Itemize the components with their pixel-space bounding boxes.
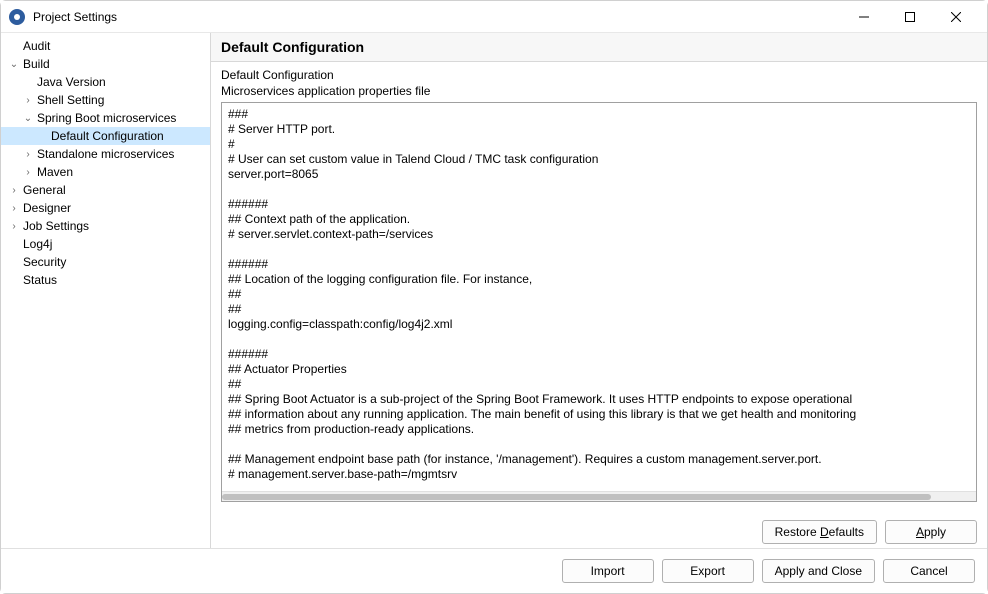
properties-editor[interactable]: ### # Server HTTP port. # # User can set… [222, 103, 976, 491]
horizontal-scrollbar[interactable] [222, 491, 976, 501]
chevron-right-icon[interactable]: › [7, 185, 21, 196]
restore-defaults-button[interactable]: Restore Defaults [762, 520, 877, 544]
chevron-right-icon[interactable]: › [21, 95, 35, 106]
tree-item-label: Status [21, 273, 57, 287]
apply-and-close-button[interactable]: Apply and Close [762, 559, 875, 583]
apply-button[interactable]: Apply [885, 520, 977, 544]
dialog-buttons: Import Export Apply and Close Cancel [1, 548, 987, 593]
window-controls [841, 2, 979, 32]
tree-item-label: Spring Boot microservices [35, 111, 176, 125]
tree-item[interactable]: ›Maven [1, 163, 210, 181]
tree-item-label: Audit [21, 39, 50, 53]
tree-item-label: Designer [21, 201, 71, 215]
button-label: Cancel [910, 564, 947, 578]
tree-item[interactable]: ›Job Settings [1, 217, 210, 235]
panel-actions: Restore Defaults Apply [211, 510, 987, 548]
cancel-button[interactable]: Cancel [883, 559, 975, 583]
panel-subheading: Default Configuration [221, 68, 977, 82]
chevron-right-icon[interactable]: › [21, 149, 35, 160]
content-area: ·Audit⌄Build·Java Version›Shell Setting⌄… [1, 33, 987, 548]
window-title: Project Settings [33, 10, 841, 24]
tree-item-label: Standalone microservices [35, 147, 174, 161]
horizontal-scrollbar-thumb[interactable] [222, 494, 931, 500]
tree-item-label: Job Settings [21, 219, 89, 233]
chevron-right-icon[interactable]: › [21, 167, 35, 178]
tree-item[interactable]: ›Shell Setting [1, 91, 210, 109]
tree-item-label: Security [21, 255, 66, 269]
tree-item[interactable]: ·Java Version [1, 73, 210, 91]
maximize-button[interactable] [887, 2, 933, 32]
panel-description: Microservices application properties fil… [221, 84, 977, 98]
button-label: Apply [916, 525, 946, 539]
tree-item[interactable]: ·Audit [1, 37, 210, 55]
button-label: Export [690, 564, 725, 578]
export-button[interactable]: Export [662, 559, 754, 583]
close-button[interactable] [933, 2, 979, 32]
tree-item[interactable]: ·Security [1, 253, 210, 271]
chevron-right-icon[interactable]: › [7, 221, 21, 232]
app-icon [9, 9, 25, 25]
chevron-right-icon[interactable]: › [7, 203, 21, 214]
panel-body: Default Configuration Microservices appl… [211, 62, 987, 510]
tree-item-label: Build [21, 57, 50, 71]
minimize-button[interactable] [841, 2, 887, 32]
tree-item-label: Log4j [21, 237, 52, 251]
tree-item-label: Maven [35, 165, 73, 179]
chevron-down-icon[interactable]: ⌄ [7, 59, 21, 70]
tree-item[interactable]: ⌄Build [1, 55, 210, 73]
chevron-down-icon[interactable]: ⌄ [21, 113, 35, 124]
tree-item[interactable]: ·Log4j [1, 235, 210, 253]
button-label: Apply and Close [775, 564, 862, 578]
tree-item-label: Shell Setting [35, 93, 104, 107]
tree-item-label: General [21, 183, 66, 197]
tree-item-label: Java Version [35, 75, 106, 89]
tree-item[interactable]: ⌄Spring Boot microservices [1, 109, 210, 127]
button-label: Import [591, 564, 625, 578]
tree-item[interactable]: ›General [1, 181, 210, 199]
tree-item[interactable]: ›Designer [1, 199, 210, 217]
tree-item[interactable]: ·Status [1, 271, 210, 289]
settings-tree[interactable]: ·Audit⌄Build·Java Version›Shell Setting⌄… [1, 33, 211, 548]
tree-item-label: Default Configuration [49, 129, 164, 143]
tree-item[interactable]: ›Standalone microservices [1, 145, 210, 163]
panel-header: Default Configuration [211, 33, 987, 62]
properties-editor-wrap: ### # Server HTTP port. # # User can set… [221, 102, 977, 502]
button-label: Restore Defaults [775, 525, 864, 539]
tree-item[interactable]: ·Default Configuration [1, 127, 210, 145]
import-button[interactable]: Import [562, 559, 654, 583]
titlebar: Project Settings [1, 1, 987, 33]
settings-panel: Default Configuration Default Configurat… [211, 33, 987, 548]
